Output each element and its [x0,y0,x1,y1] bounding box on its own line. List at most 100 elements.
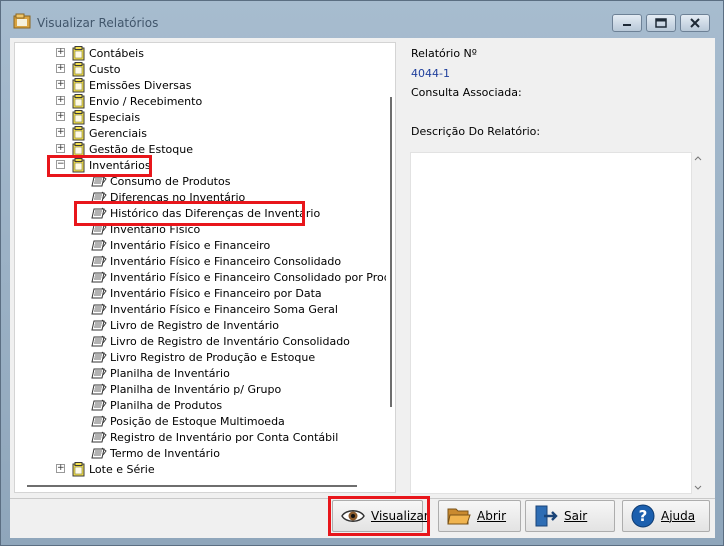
report-number-value: 4044-1 [411,67,450,80]
close-icon [690,18,700,28]
tree-item-label: Termo de Inventário [110,446,220,460]
tree-item-label: Livro de Registro de Inventário [110,318,280,332]
folder-icon [72,77,89,93]
tree-report-item[interactable]: Planilha de Inventário p/ Grupo [91,381,281,397]
maximize-icon [655,18,667,28]
footer-separator [10,498,715,499]
title-bar[interactable]: Visualizar Relatórios [1,1,723,39]
tree-report-item[interactable]: Inventário Físico e Financeiro por Data [91,285,322,301]
maximize-button[interactable] [646,14,676,32]
report-icon [91,351,110,364]
report-number-label: Relatório Nº [411,47,477,60]
tree-item-label: Inventário Físico e Financeiro Soma Gera… [110,302,338,316]
exit-button[interactable]: Sair [525,500,615,532]
description-scrollbar[interactable] [692,152,704,494]
report-tree[interactable]: + Contábeis + Custo + Emissões Diversas + Envio… [14,42,396,493]
report-icon [91,303,110,316]
tree-report-item[interactable]: Livro de Registro de Inventário [91,317,279,333]
tree-horizontal-scroll-thumb[interactable] [27,485,357,487]
tree-item-label: Especiais [89,110,141,124]
tree-folder-item[interactable]: + Contábeis [56,45,144,61]
tree-item-label: Emissões Diversas [89,78,192,92]
tree-report-item[interactable]: Inventário Físico e Financeiro Soma Gera… [91,301,338,317]
tree-report-item[interactable]: Inventário Físico e Financeiro Consolida… [91,253,341,269]
help-icon: ? [631,504,655,528]
tree-report-item[interactable]: Inventário Físico e Financeiro Consolida… [91,269,395,285]
expand-icon[interactable]: + [56,80,65,89]
dialog-client-area: + Contábeis + Custo + Emissões Diversas + Envio… [10,38,715,538]
close-window-button[interactable] [680,14,710,32]
help-button-label: Ajuda [661,509,696,523]
tree-report-item[interactable]: Consumo de Produtos [91,173,230,189]
exit-door-icon [535,505,558,527]
folder-icon [72,109,89,125]
svg-text:?: ? [639,507,648,525]
tree-folder-item[interactable]: + Emissões Diversas [56,77,192,93]
window-title: Visualizar Relatórios [37,16,159,30]
tree-report-item[interactable]: Inventário Físico [91,221,200,237]
tree-report-item[interactable]: Histórico das Diferenças de Inventário [91,205,320,221]
expand-icon[interactable]: + [56,112,65,121]
tree-item-label: Lote e Série [89,462,155,476]
tree-vertical-scroll-thumb[interactable] [390,97,392,407]
tree-folder-item[interactable]: + Custo [56,61,121,77]
expand-icon[interactable]: + [56,464,65,473]
tree-folder-item[interactable]: + Especiais [56,109,141,125]
tree-report-item[interactable]: Livro de Registro de Inventário Consolid… [91,333,350,349]
report-icon [91,383,110,396]
tree-vertical-scrollbar[interactable] [386,43,395,483]
tree-item-label: Inventário Físico e Financeiro Consolida… [110,254,342,268]
folder-icon [72,93,89,109]
tree-item-label: Registro de Inventário por Conta Contábi… [110,430,339,444]
description-label: Descrição Do Relatório: [411,125,541,138]
minimize-button[interactable] [612,14,642,32]
report-icon [91,207,110,220]
tree-item-label: Planilha de Inventário [110,366,230,380]
tree-item-label: Inventário Físico [110,222,201,236]
tree-item-label: Custo [89,62,121,76]
tree-folder-item[interactable]: + Envio / Recebimento [56,93,203,109]
report-icon [91,367,110,380]
tree-report-item[interactable]: Planilha de Inventário [91,365,230,381]
folder-icon [72,461,89,477]
eye-icon [341,510,365,522]
description-textarea[interactable] [410,152,692,494]
expand-icon[interactable]: + [56,96,65,105]
tree-item-label: Planilha de Inventário p/ Grupo [110,382,282,396]
tree-report-item[interactable]: Livro Registro de Produção e Estoque [91,349,315,365]
report-viewer-window: Visualizar Relatórios + Contábeis + Custo + E… [0,0,724,546]
tree-folder-item[interactable]: + Gerenciais [56,125,147,141]
tree-item-label: Livro Registro de Produção e Estoque [110,350,316,364]
tree-folder-item[interactable]: + Gestão de Estoque [56,141,193,157]
tree-report-item[interactable]: Inventário Físico e Financeiro [91,237,270,253]
tree-item-label: Posição de Estoque Multimoeda [110,414,285,428]
report-icon [91,447,110,460]
tree-report-item[interactable]: Termo de Inventário [91,445,220,461]
expand-icon[interactable]: + [56,48,65,57]
expand-icon[interactable]: + [56,128,65,137]
view-button-label: Visualizar [371,509,429,523]
folder-icon [72,61,89,77]
expand-icon[interactable]: + [56,64,65,73]
tree-item-label: Gestão de Estoque [89,142,193,156]
tree-report-item[interactable]: Planilha de Produtos [91,397,222,413]
open-button-label: Abrir [477,509,507,523]
tree-folder-item[interactable]: − Inventários [56,157,151,173]
report-icon [91,335,110,348]
tree-report-item[interactable]: Registro de Inventário por Conta Contábi… [91,429,338,445]
collapse-icon[interactable]: − [56,160,65,169]
open-button[interactable]: Abrir [438,500,521,532]
folder-icon [72,157,89,173]
help-button[interactable]: ? Ajuda [622,500,710,532]
expand-icon[interactable]: + [56,144,65,153]
view-button[interactable]: Visualizar [332,500,429,532]
tree-item-label: Envio / Recebimento [89,94,203,108]
folder-icon [72,45,89,61]
tree-report-item[interactable]: Posição de Estoque Multimoeda [91,413,285,429]
report-icon [91,319,110,332]
tree-folder-item[interactable]: + Lote e Série [56,461,155,477]
folder-open-icon [447,508,471,525]
tree-report-item[interactable]: Diferencas no Inventário [91,189,245,205]
tree-item-label: Diferencas no Inventário [110,190,246,204]
report-icon [91,399,110,412]
